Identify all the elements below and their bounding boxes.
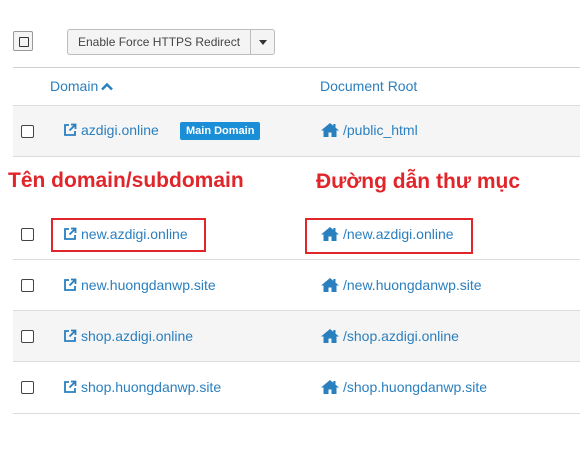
sort-up-icon [101,82,114,91]
external-link-icon [64,380,77,393]
document-root-link[interactable]: /new.huongdanwp.site [320,277,482,293]
table-bottom-divider [13,413,580,414]
home-icon [321,380,339,394]
external-link-icon [64,329,77,342]
home-icon [321,123,339,137]
document-root-text: /new.huongdanwp.site [343,277,482,293]
main-domain-badge: Main Domain [180,122,261,140]
domain-text: azdigi.online [81,122,159,138]
domain-highlight-box [51,218,206,252]
enable-force-https-button[interactable]: Enable Force HTTPS Redirect [67,29,251,55]
home-icon [321,329,339,343]
header-divider [13,67,580,68]
document-root-header-label: Document Root [320,78,418,94]
row-checkbox[interactable] [21,279,34,292]
external-link-icon [64,278,77,291]
document-root-link[interactable]: /public_html [320,122,418,138]
domain-header-label: Domain [50,78,99,94]
select-all-checkbox[interactable] [13,31,33,51]
domain-link[interactable]: azdigi.online [63,122,159,138]
document-root-text: /public_html [343,122,418,138]
row-checkbox[interactable] [21,228,34,241]
document-root-text: /shop.azdigi.online [343,328,459,344]
row-checkbox[interactable] [21,125,34,138]
domain-text: new.huongdanwp.site [81,277,216,293]
domain-text: shop.huongdanwp.site [81,379,222,395]
domain-link[interactable]: new.huongdanwp.site [63,277,216,293]
document-root-link[interactable]: /shop.huongdanwp.site [320,379,487,395]
domain-text: shop.azdigi.online [81,328,194,344]
domain-link[interactable]: shop.huongdanwp.site [63,379,221,395]
root-annotation-label: Đường dẫn thư mục [316,170,521,193]
domain-column-header[interactable]: Domain [50,78,114,94]
domain-link[interactable]: shop.azdigi.online [63,328,193,344]
domain-annotation-label: Tên domain/subdomain [8,169,244,192]
home-icon [321,278,339,292]
document-root-column-header[interactable]: Document Root [320,78,417,94]
bulk-action-dropdown-toggle[interactable] [250,29,276,55]
external-link-icon [64,123,77,136]
document-root-text: /shop.huongdanwp.site [343,379,487,395]
document-root-link[interactable]: /shop.azdigi.online [320,328,459,344]
row-checkbox[interactable] [21,381,34,394]
row-checkbox[interactable] [21,330,34,343]
root-highlight-box [305,218,473,254]
bulk-action-group: Enable Force HTTPS Redirect [67,29,276,55]
